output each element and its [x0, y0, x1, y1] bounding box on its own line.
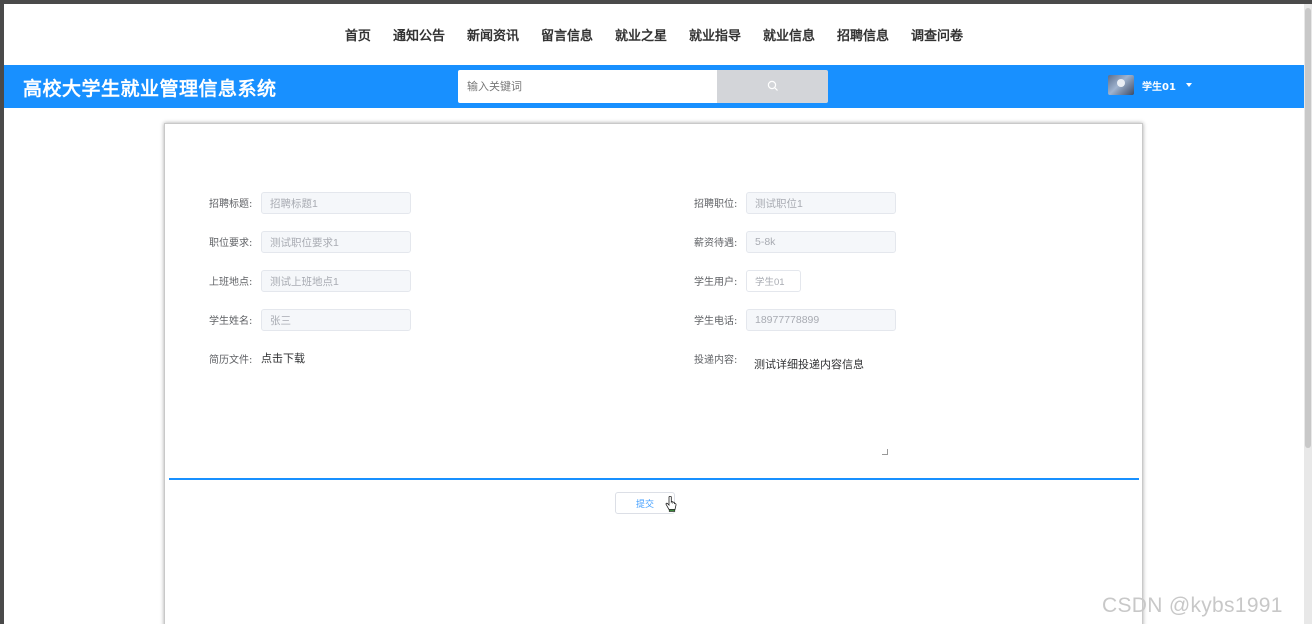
- scrollbar-thumb[interactable]: [1305, 8, 1311, 448]
- job-requirements-input[interactable]: 测试职位要求1: [261, 231, 411, 253]
- nav-item-employment-stars[interactable]: 就业之星: [614, 25, 668, 44]
- search-bar: [458, 70, 828, 103]
- watermark: CSDN @kybs1991: [1102, 594, 1283, 617]
- field-submission-content: 投递内容:: [694, 348, 746, 366]
- nav-item-home[interactable]: 首页: [344, 25, 372, 44]
- application-detail-card: 招聘标题: 招聘标题1 职位要求: 测试职位要求1 上班地点: 测试上班地点1 …: [164, 123, 1143, 624]
- header-bar: 高校大学生就业管理信息系统 学生01: [4, 65, 1304, 108]
- field-label: 学生电话:: [694, 316, 738, 327]
- field-job-requirements: 职位要求: 测试职位要求1: [209, 231, 411, 253]
- site-title: 高校大学生就业管理信息系统: [23, 78, 277, 100]
- field-label: 学生用户:: [694, 277, 738, 288]
- nav-item-news[interactable]: 新闻资讯: [466, 25, 520, 44]
- resume-download-link[interactable]: 点击下载: [261, 348, 305, 366]
- student-name-input[interactable]: 张三: [261, 309, 411, 331]
- recruit-title-input[interactable]: 招聘标题1: [261, 192, 411, 214]
- field-label: 职位要求:: [209, 238, 253, 249]
- field-label: 招聘标题:: [209, 199, 253, 210]
- work-location-input[interactable]: 测试上班地点1: [261, 270, 411, 292]
- user-name: 学生01: [1142, 81, 1176, 93]
- nav-item-guidance[interactable]: 就业指导: [688, 25, 742, 44]
- top-navigation: 首页 通知公告 新闻资讯 留言信息 就业之星 就业指导 就业信息 招聘信息 调查…: [4, 4, 1304, 65]
- field-label: 招聘职位:: [694, 199, 738, 210]
- hand-pointer-icon: [665, 495, 677, 516]
- nav-item-survey[interactable]: 调查问卷: [910, 25, 964, 44]
- student-user-input[interactable]: 学生01: [746, 270, 801, 292]
- chevron-down-icon: [1185, 83, 1192, 87]
- field-student-name: 学生姓名: 张三: [209, 309, 411, 331]
- field-label: 投递内容:: [694, 355, 738, 366]
- resize-handle-icon[interactable]: [882, 449, 888, 455]
- job-position-input[interactable]: 测试职位1: [746, 192, 896, 214]
- nav-item-employment-info[interactable]: 就业信息: [762, 25, 816, 44]
- field-label: 学生姓名:: [209, 316, 253, 327]
- nav-item-notices[interactable]: 通知公告: [392, 25, 446, 44]
- field-label: 薪资待遇:: [694, 238, 738, 249]
- search-icon: [767, 77, 779, 96]
- nav-item-messages[interactable]: 留言信息: [540, 25, 594, 44]
- field-student-user: 学生用户: 学生01: [694, 270, 801, 292]
- field-recruit-title: 招聘标题: 招聘标题1: [209, 192, 411, 214]
- field-work-location: 上班地点: 测试上班地点1: [209, 270, 411, 292]
- scrollbar[interactable]: [1304, 4, 1312, 624]
- student-phone-input[interactable]: 18977778899: [746, 309, 896, 331]
- submission-content-textarea[interactable]: 测试详细投递内容信息: [745, 352, 890, 457]
- search-input[interactable]: [458, 70, 717, 103]
- field-label: 上班地点:: [209, 277, 253, 288]
- nav-item-recruitment[interactable]: 招聘信息: [836, 25, 890, 44]
- avatar: [1108, 75, 1134, 95]
- submission-content-text: 测试详细投递内容信息: [754, 358, 864, 371]
- field-student-phone: 学生电话: 18977778899: [694, 309, 896, 331]
- page-frame: 首页 通知公告 新闻资讯 留言信息 就业之星 就业指导 就业信息 招聘信息 调查…: [4, 4, 1304, 624]
- field-job-position: 招聘职位: 测试职位1: [694, 192, 896, 214]
- salary-input[interactable]: 5-8k: [746, 231, 896, 253]
- divider: [169, 478, 1139, 480]
- field-label: 简历文件:: [209, 355, 253, 366]
- user-menu[interactable]: 学生01: [1108, 70, 1192, 100]
- field-resume-file: 简历文件: 点击下载: [209, 348, 305, 366]
- field-salary: 薪资待遇: 5-8k: [694, 231, 896, 253]
- search-button[interactable]: [717, 70, 828, 103]
